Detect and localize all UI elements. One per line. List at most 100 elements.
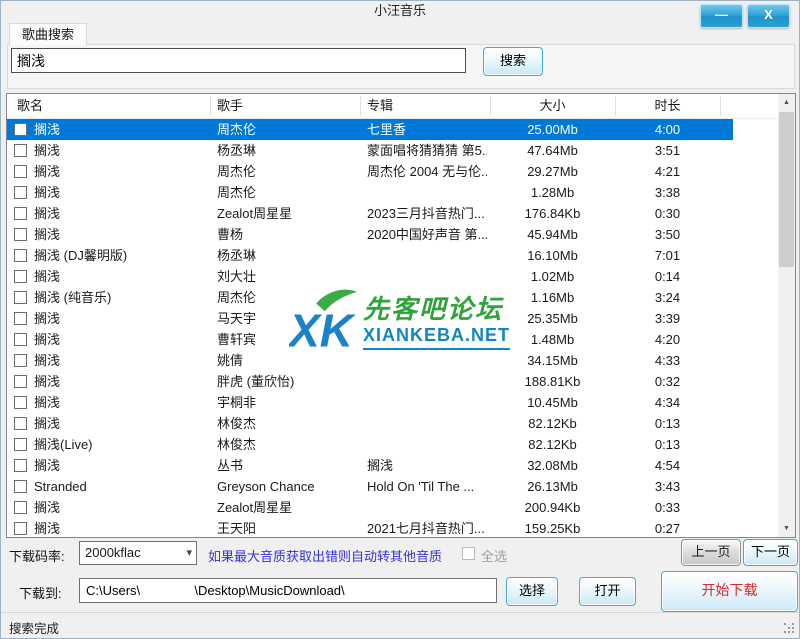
cell-artist: Zealot周星星 bbox=[217, 497, 362, 518]
select-all-checkbox[interactable] bbox=[462, 547, 475, 560]
column-header-name[interactable]: 歌名 bbox=[17, 94, 43, 118]
cell-artist: 胖虎 (董欣怡) bbox=[217, 371, 362, 392]
table-row[interactable]: 搁浅 刘大壮 1.02Mb 0:14 bbox=[7, 266, 778, 287]
row-checkbox[interactable] bbox=[14, 333, 27, 346]
table-row[interactable]: 搁浅 宇桐非 10.45Mb 4:34 bbox=[7, 392, 778, 413]
table-row[interactable]: 搁浅 胖虎 (董欣怡) 188.81Kb 0:32 bbox=[7, 371, 778, 392]
cell-album bbox=[367, 266, 487, 287]
scrollbar-thumb[interactable] bbox=[779, 112, 794, 267]
search-button[interactable]: 搜索 bbox=[483, 47, 543, 76]
close-button[interactable]: X bbox=[747, 4, 790, 28]
cell-album bbox=[367, 182, 487, 203]
table-row[interactable]: 搁浅 林俊杰 82.12Kb 0:13 bbox=[7, 413, 778, 434]
tab-song-search[interactable]: 歌曲搜索 bbox=[9, 23, 87, 45]
row-checkbox[interactable] bbox=[14, 312, 27, 325]
next-page-button[interactable]: 下一页 bbox=[743, 539, 798, 566]
row-checkbox[interactable] bbox=[14, 228, 27, 241]
chevron-down-icon: ▾ bbox=[186, 542, 192, 564]
column-header-duration[interactable]: 时长 bbox=[615, 94, 720, 118]
table-row[interactable]: 搁浅(Live) 林俊杰 82.12Kb 0:13 bbox=[7, 434, 778, 455]
row-checkbox[interactable] bbox=[14, 207, 27, 220]
cell-album: 蒙面唱将猜猜猜 第5... bbox=[367, 140, 487, 161]
cell-artist: 周杰伦 bbox=[217, 119, 362, 140]
table-row[interactable]: 搁浅 周杰伦 七里香 25.00Mb 4:00 bbox=[7, 119, 733, 140]
row-checkbox[interactable] bbox=[14, 480, 27, 493]
cell-duration: 4:34 bbox=[615, 392, 720, 413]
table-row[interactable]: 搁浅 丛书 搁浅 32.08Mb 4:54 bbox=[7, 455, 778, 476]
cell-album bbox=[367, 371, 487, 392]
row-checkbox[interactable] bbox=[14, 291, 27, 304]
cell-size: 1.48Mb bbox=[490, 329, 615, 350]
download-path-input[interactable] bbox=[79, 578, 497, 603]
table-row[interactable]: 搁浅 王天阳 2021七月抖音热门... 159.25Kb 0:27 bbox=[7, 518, 778, 537]
row-checkbox[interactable] bbox=[14, 270, 27, 283]
cell-album bbox=[367, 392, 487, 413]
table-row[interactable]: 搁浅 周杰伦 周杰伦 2004 无与伦... 29.27Mb 4:21 bbox=[7, 161, 778, 182]
cell-duration: 4:54 bbox=[615, 455, 720, 476]
cell-album bbox=[367, 434, 487, 455]
start-download-button[interactable]: 开始下载 bbox=[661, 571, 798, 612]
table-row[interactable]: 搁浅 (DJ馨明版) 杨丞琳 16.10Mb 7:01 bbox=[7, 245, 778, 266]
row-checkbox[interactable] bbox=[14, 459, 27, 472]
row-checkbox[interactable] bbox=[14, 375, 27, 388]
row-checkbox[interactable] bbox=[14, 165, 27, 178]
cell-album: 七里香 bbox=[367, 119, 487, 140]
row-checkbox[interactable] bbox=[14, 144, 27, 157]
row-checkbox[interactable] bbox=[14, 438, 27, 451]
row-checkbox[interactable] bbox=[14, 249, 27, 262]
table-row[interactable]: 搁浅 姚倩 34.15Mb 4:33 bbox=[7, 350, 778, 371]
row-checkbox[interactable] bbox=[14, 522, 27, 535]
table-row[interactable]: 搁浅 曹杨 2020中国好声音 第... 45.94Mb 3:50 bbox=[7, 224, 778, 245]
cell-duration: 0:32 bbox=[615, 371, 720, 392]
tab-label: 歌曲搜索 bbox=[22, 27, 74, 42]
cell-size: 1.02Mb bbox=[490, 266, 615, 287]
table-row[interactable]: 搁浅 周杰伦 1.28Mb 3:38 bbox=[7, 182, 778, 203]
cell-size: 29.27Mb bbox=[490, 161, 615, 182]
cell-size: 188.81Kb bbox=[490, 371, 615, 392]
cell-artist: 周杰伦 bbox=[217, 161, 362, 182]
minimize-button[interactable]: — bbox=[700, 4, 743, 28]
table-row[interactable]: 搁浅 (纯音乐) 周杰伦 1.16Mb 3:24 bbox=[7, 287, 778, 308]
cell-song-name: 搁浅 bbox=[34, 371, 206, 392]
cell-size: 47.64Mb bbox=[490, 140, 615, 161]
bitrate-select[interactable]: 2000kflac ▾ bbox=[79, 541, 197, 565]
column-header-album[interactable]: 专辑 bbox=[367, 94, 393, 118]
cell-artist: 曹轩宾 bbox=[217, 329, 362, 350]
table-row[interactable]: Stranded Greyson Chance Hold On 'Til The… bbox=[7, 476, 778, 497]
previous-page-button[interactable]: 上一页 bbox=[681, 539, 741, 566]
row-checkbox[interactable] bbox=[14, 501, 27, 514]
search-input[interactable] bbox=[11, 48, 466, 73]
cell-duration: 4:33 bbox=[615, 350, 720, 371]
cell-size: 1.16Mb bbox=[490, 287, 615, 308]
cell-album bbox=[367, 413, 487, 434]
row-checkbox[interactable] bbox=[14, 417, 27, 430]
row-checkbox[interactable] bbox=[14, 396, 27, 409]
column-header-size[interactable]: 大小 bbox=[490, 94, 615, 118]
cell-size: 200.94Kb bbox=[490, 497, 615, 518]
choose-folder-button[interactable]: 选择 bbox=[506, 577, 558, 606]
table-row[interactable]: 搁浅 Zealot周星星 2023三月抖音热门... 176.84Kb 0:30 bbox=[7, 203, 778, 224]
table-row[interactable]: 搁浅 杨丞琳 蒙面唱将猜猜猜 第5... 47.64Mb 3:51 bbox=[7, 140, 778, 161]
cell-size: 159.25Kb bbox=[490, 518, 615, 537]
cell-duration: 7:01 bbox=[615, 245, 720, 266]
row-checkbox[interactable] bbox=[14, 354, 27, 367]
cell-duration: 0:27 bbox=[615, 518, 720, 537]
vertical-scrollbar[interactable]: ▲ ▼ bbox=[778, 94, 795, 537]
scroll-down-icon[interactable]: ▼ bbox=[778, 520, 795, 537]
column-header-artist[interactable]: 歌手 bbox=[217, 94, 243, 118]
minimize-icon: — bbox=[715, 7, 728, 22]
open-folder-button[interactable]: 打开 bbox=[579, 577, 636, 606]
table-row[interactable]: 搁浅 Zealot周星星 200.94Kb 0:33 bbox=[7, 497, 778, 518]
scroll-up-icon[interactable]: ▲ bbox=[778, 94, 795, 111]
table-row[interactable]: 搁浅 马天宇 25.35Mb 3:39 bbox=[7, 308, 778, 329]
row-checkbox[interactable] bbox=[14, 123, 27, 136]
table-row[interactable]: 搁浅 曹轩宾 1.48Mb 4:20 bbox=[7, 329, 778, 350]
quality-hint-text: 如果最大音质获取出错则自动转其他音质 bbox=[208, 546, 442, 565]
row-checkbox[interactable] bbox=[14, 186, 27, 199]
cell-artist: 丛书 bbox=[217, 455, 362, 476]
app-window: { "window": { "title": "小汪音乐" }, "icons"… bbox=[0, 0, 800, 639]
header-separator bbox=[720, 96, 721, 116]
cell-album bbox=[367, 329, 487, 350]
resize-grip[interactable] bbox=[784, 623, 794, 633]
cell-artist: 杨丞琳 bbox=[217, 245, 362, 266]
